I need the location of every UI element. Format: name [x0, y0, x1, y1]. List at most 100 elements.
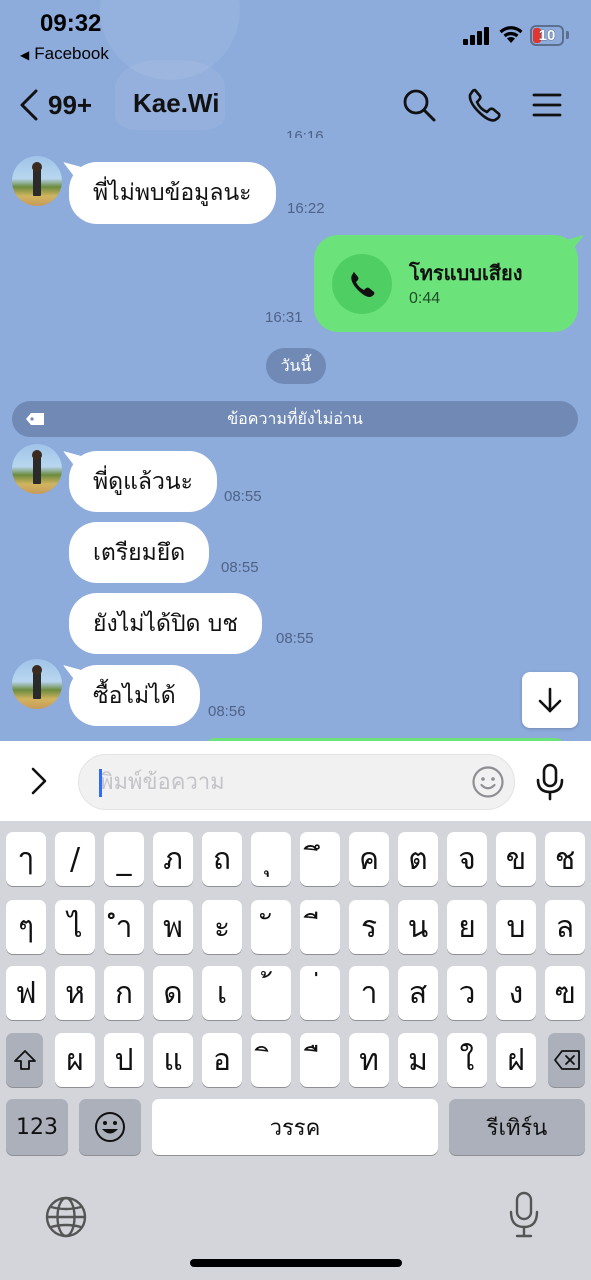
chevron-right-icon[interactable]	[24, 766, 54, 796]
emoji-keyboard-key[interactable]	[79, 1099, 141, 1155]
keyboard-key[interactable]: บ	[496, 900, 536, 954]
call-duration: 0:44	[409, 290, 441, 307]
battery-tip	[566, 31, 569, 39]
keyboard-key[interactable]: ม	[398, 1033, 438, 1087]
keyboard-key[interactable]: ฃ	[545, 966, 585, 1020]
keyboard-key[interactable]: ุ	[251, 832, 291, 886]
shift-arrow-icon	[13, 1050, 36, 1070]
keyboard-key[interactable]: ค	[349, 832, 389, 886]
phone-icon[interactable]	[466, 87, 502, 123]
keyboard-key[interactable]: ั	[251, 900, 291, 954]
numbers-key[interactable]: 123	[6, 1099, 68, 1155]
incoming-message[interactable]: พี่ไม่พบข้อมูลนะ	[69, 162, 276, 224]
keyboard-key[interactable]: แ	[153, 1033, 193, 1087]
keyboard-key[interactable]: ท	[349, 1033, 389, 1087]
keyboard-key[interactable]: อ	[202, 1033, 242, 1087]
keyboard-key[interactable]: ฝ	[496, 1033, 536, 1087]
keyboard-key[interactable]: ะ	[202, 900, 242, 954]
keyboard-key[interactable]: ถ	[202, 832, 242, 886]
chat-title[interactable]: Kae.Wi	[133, 88, 219, 119]
incoming-message[interactable]: ซื้อไม่ได้	[69, 665, 200, 726]
keyboard-key[interactable]: ื	[300, 1033, 340, 1087]
backspace-icon	[553, 1050, 580, 1070]
message-timestamp: 08:56	[208, 703, 246, 720]
keyboard-key[interactable]: ผ	[55, 1033, 95, 1087]
keyboard-key[interactable]: ำ	[104, 900, 144, 954]
keyboard-key[interactable]: พ	[153, 900, 193, 954]
message-timestamp: 16:31	[265, 309, 303, 326]
keyboard-key[interactable]: ไ	[55, 900, 95, 954]
keyboard-key[interactable]: ห	[55, 966, 95, 1020]
keyboard-key[interactable]: ด	[153, 966, 193, 1020]
voice-call-message[interactable]: โทรแบบเสียง 0:44	[314, 235, 578, 332]
thai-keyboard: 123 วรรค รีเทิร์น ๅ/_ภถุึคตจขชๆไำพะัีรนย…	[0, 821, 591, 1280]
menu-icon[interactable]	[530, 87, 566, 123]
arrow-down-icon	[538, 687, 562, 713]
keyboard-key[interactable]: ล	[545, 900, 585, 954]
keyboard-key[interactable]: ี	[300, 900, 340, 954]
incoming-message[interactable]: ยังไม่ได้ปิด บช	[69, 593, 262, 654]
keyboard-key[interactable]: ง	[496, 966, 536, 1020]
back-triangle-icon: ◀	[20, 48, 30, 62]
return-key[interactable]: รีเทิร์น	[449, 1099, 585, 1155]
keyboard-key[interactable]: ใ	[447, 1033, 487, 1087]
message-timestamp: 08:55	[224, 488, 262, 505]
call-icon-circle	[332, 254, 392, 314]
status-bar: 09:32 ◀ Facebook 10	[0, 0, 591, 130]
keyboard-key[interactable]: า	[349, 966, 389, 1020]
keyboard-key[interactable]: ก	[104, 966, 144, 1020]
keyboard-key[interactable]: น	[398, 900, 438, 954]
message-timestamp: 08:55	[221, 559, 259, 576]
keyboard-key[interactable]: _	[104, 832, 144, 886]
unread-divider: ข้อความที่ยังไม่อ่าน	[12, 401, 578, 437]
keyboard-key[interactable]: จ	[447, 832, 487, 886]
keyboard-key[interactable]: ๆ	[6, 900, 46, 954]
chevron-left-icon	[20, 89, 38, 121]
keyboard-key[interactable]: ่	[300, 966, 340, 1020]
keyboard-key[interactable]: ว	[447, 966, 487, 1020]
home-indicator	[190, 1259, 402, 1267]
message-timestamp: 16:22	[287, 200, 325, 217]
message-composer	[0, 741, 591, 821]
clock: 09:32	[40, 10, 102, 37]
globe-icon[interactable]	[44, 1195, 88, 1239]
back-button[interactable]: 99+	[18, 86, 92, 124]
call-type-label: โทรแบบเสียง	[409, 261, 523, 285]
keyboard-key[interactable]: ย	[447, 900, 487, 954]
dictation-mic-icon[interactable]	[508, 1191, 540, 1239]
keyboard-key[interactable]: ึ	[300, 832, 340, 886]
delete-key[interactable]	[548, 1033, 585, 1087]
keyboard-key[interactable]: ๅ	[6, 832, 46, 886]
incoming-message[interactable]: พี่ดูแล้วนะ	[69, 451, 218, 512]
message-text: ซื้อไม่ได้	[93, 682, 176, 709]
keyboard-key[interactable]: ิ	[251, 1033, 291, 1087]
emoji-icon	[95, 1112, 125, 1142]
scroll-to-bottom-button[interactable]	[522, 672, 578, 728]
keyboard-key[interactable]: ้	[251, 966, 291, 1020]
keyboard-key[interactable]: ช	[545, 832, 585, 886]
microphone-icon[interactable]	[534, 763, 566, 801]
space-key[interactable]: วรรค	[152, 1099, 438, 1155]
keyboard-key[interactable]: ส	[398, 966, 438, 1020]
keyboard-key[interactable]: ป	[104, 1033, 144, 1087]
keyboard-key[interactable]: ฟ	[6, 966, 46, 1020]
contact-avatar[interactable]	[12, 659, 62, 709]
emoji-icon[interactable]	[471, 765, 505, 799]
back-to-app-link[interactable]: ◀ Facebook	[20, 44, 109, 64]
message-input-container[interactable]	[78, 754, 515, 810]
keyboard-key[interactable]: ร	[349, 900, 389, 954]
incoming-message[interactable]: เตรียมยึด	[69, 522, 210, 583]
unread-divider-label: ข้อความที่ยังไม่อ่าน	[227, 408, 363, 428]
keyboard-key[interactable]: ภ	[153, 832, 193, 886]
message-input[interactable]	[99, 755, 459, 809]
back-app-label: Facebook	[34, 44, 109, 63]
keyboard-key[interactable]: /	[55, 832, 95, 886]
keyboard-key[interactable]: เ	[202, 966, 242, 1020]
unread-count: 99+	[48, 89, 93, 120]
contact-avatar[interactable]	[12, 444, 62, 494]
keyboard-key[interactable]: ข	[496, 832, 536, 886]
keyboard-key[interactable]: ต	[398, 832, 438, 886]
contact-avatar[interactable]	[12, 156, 62, 206]
search-icon[interactable]	[401, 87, 437, 123]
shift-key[interactable]	[6, 1033, 43, 1087]
